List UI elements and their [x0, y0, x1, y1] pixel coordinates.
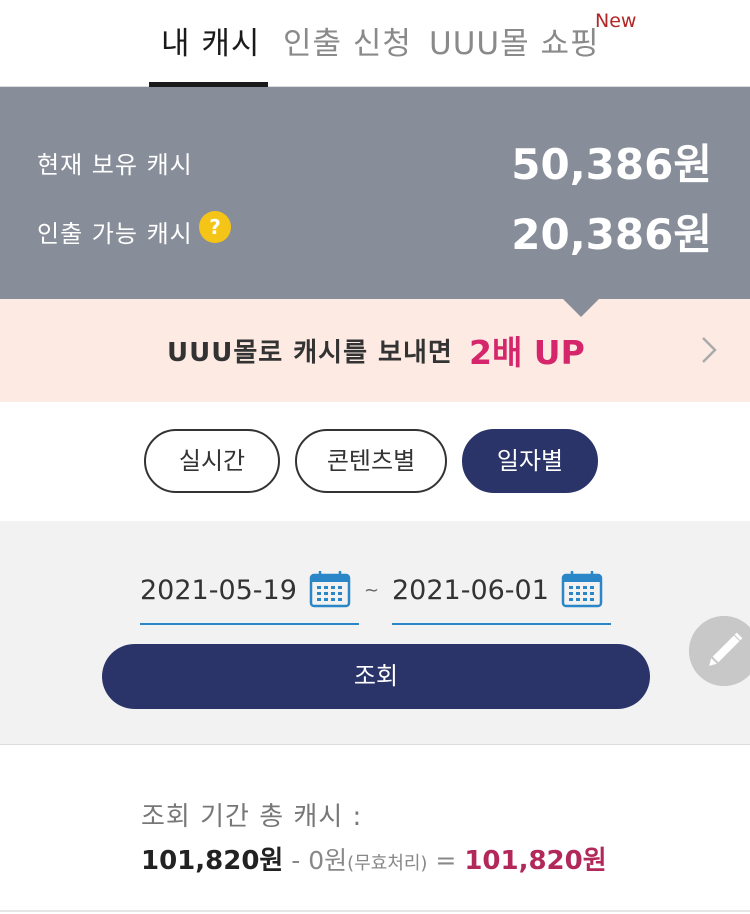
current-cash-value: 50,386원 [511, 140, 712, 189]
summary-invalid-note: (무효처리) [347, 853, 428, 874]
chevron-right-icon[interactable] [700, 336, 718, 364]
tab-uuu-mall-shopping[interactable]: UUU몰 쇼핑 [429, 18, 599, 63]
promo-highlight: 2배 UP [469, 333, 585, 372]
summary-label: 조회 기간 총 캐시 : [141, 802, 363, 832]
withdrawable-cash-label: 인출 가능 캐시 [37, 220, 193, 248]
divider [0, 910, 750, 912]
current-cash-label: 현재 보유 캐시 [37, 151, 193, 179]
end-date-value: 2021-06-01 [392, 575, 549, 606]
date-range-separator: ~ [364, 580, 380, 601]
balance-panel: 현재 보유 캐시 50,386원 인출 가능 캐시 20,386원 [0, 87, 750, 299]
summary-total: 101,820원 [141, 846, 284, 876]
promo-text: UUU몰로 캐시를 보내면 [167, 338, 453, 368]
calendar-icon[interactable] [561, 570, 603, 608]
summary-result: 101,820원 [464, 846, 607, 876]
end-date-field[interactable]: 2021-06-01 [392, 563, 611, 625]
filter-realtime[interactable]: 실시간 [144, 429, 280, 493]
balance-pointer-arrow [563, 299, 599, 317]
filter-by-date[interactable]: 일자별 [462, 429, 598, 493]
start-date-field[interactable]: 2021-05-19 [140, 563, 359, 625]
calendar-icon[interactable] [309, 570, 351, 608]
help-icon[interactable]: ? [199, 211, 231, 243]
date-filter-area [0, 521, 750, 745]
search-button[interactable]: 조회 [102, 644, 650, 709]
tab-my-cash[interactable]: 내 캐시 [161, 18, 260, 63]
start-date-value: 2021-05-19 [140, 575, 297, 606]
pencil-icon[interactable] [689, 616, 750, 686]
tab-withdraw-request[interactable]: 인출 신청 [283, 18, 412, 63]
top-tab-bar: 내 캐시 인출 신청 UUU몰 쇼핑 New [0, 0, 750, 87]
withdrawable-cash-value: 20,386원 [511, 210, 712, 259]
filter-by-content[interactable]: 콘텐츠별 [295, 429, 447, 493]
summary-equals: = [427, 846, 465, 875]
new-badge: New [595, 10, 637, 32]
promo-banner[interactable]: UUU몰로 캐시를 보내면 2배 UP [0, 299, 750, 402]
summary-invalid-amount: - 0원 [283, 846, 348, 875]
summary-calculation: 101,820원 - 0원(무효처리) = 101,820원 [141, 840, 607, 877]
